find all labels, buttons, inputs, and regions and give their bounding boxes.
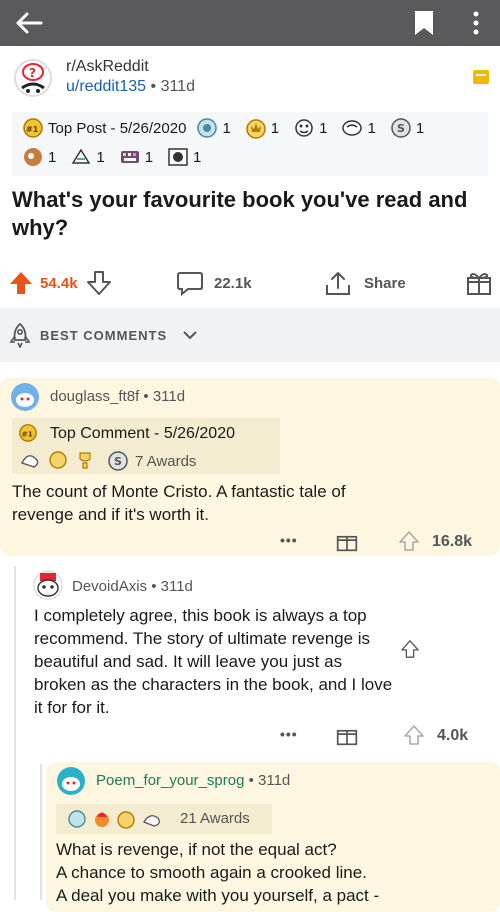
facepalm-award-icon [342,120,363,136]
svg-text:S: S [397,122,405,135]
bookmark-icon[interactable] [413,10,435,36]
vote-count: 16.8k [432,533,473,550]
more-dots-icon[interactable]: ••• [280,726,298,742]
chevron-down-icon [183,331,197,340]
share-icon [326,272,350,295]
silver-award-icon: S [108,451,128,471]
comment-author[interactable]: DevoidAxis • 311d [72,578,193,595]
more-dots-icon[interactable]: ••• [280,532,298,548]
back-arrow-icon[interactable] [14,9,44,37]
comments-button[interactable]: 22.1k [176,270,252,296]
top-post-label: Top Post - 5/26/2020 [48,119,187,137]
rocket-icon [9,322,31,348]
avatar[interactable] [10,382,40,412]
svg-text:?: ? [29,66,36,80]
vote-count: 4.0k [437,727,469,744]
award-count: 21 Awards [180,810,250,827]
post-awards[interactable]: #1 Top Post - 5/26/2020 1 1 1 1 S 1 1 1 … [12,112,488,176]
gold-award-icon [246,119,266,139]
comment-awards[interactable]: 21 Awards [56,804,272,834]
top-comment-badge-icon: #1 [19,424,37,442]
comment-body: I completely agree, this book is always … [34,606,393,717]
top-comment-label: Top Comment - 5/26/2020 [50,425,235,442]
share-label: Share [364,274,406,292]
award-row-2: 1 1 1 1 [22,146,215,168]
helpful-award-icon [72,148,91,164]
sort-label: BEST COMMENTS [40,328,168,343]
comment-sort-bar[interactable]: BEST COMMENTS [0,308,500,362]
platinum-award-icon [197,118,218,138]
share-button[interactable]: Share [324,270,406,296]
more-vertical-icon[interactable] [468,9,484,37]
top-post-badge-icon: #1 [23,118,43,138]
award-count: 7 Awards [135,453,197,470]
upvote-icon[interactable] [398,530,420,552]
subreddit-name[interactable]: r/AskReddit [66,58,149,76]
upvote-icon[interactable] [403,724,425,746]
post-age: 311d [160,78,195,95]
upvote-count: 54.4k [40,274,78,292]
downvote-icon[interactable] [86,270,112,296]
bravo-award-icon [24,148,42,166]
comment-author[interactable]: Poem_for_your_sprog • 311d [96,772,290,789]
award-button[interactable] [466,270,492,296]
author-username[interactable]: u/reddit135 [66,78,146,95]
comment: douglass_ft8f • 311d #1 Top Comment - 5/… [0,378,500,556]
svg-text:S: S [114,455,122,468]
comment-count: 22.1k [214,274,252,292]
top-app-bar [0,0,500,46]
svg-text:#1: #1 [22,430,33,439]
avatar[interactable] [56,766,86,796]
silver-award-icon: S [391,118,411,138]
post-flag-icon[interactable] [472,68,490,86]
thread-line[interactable] [40,764,42,900]
award-row-1: #1 Top Post - 5/26/2020 1 1 1 1 S 1 [22,117,438,139]
cat-award-icon [168,148,188,166]
svg-text:#1: #1 [26,125,39,134]
post-author: u/reddit135 • 311d [66,78,195,95]
award-icons [68,810,160,829]
post-header: ? r/AskReddit u/reddit135 • 311d [0,46,500,106]
gift-icon[interactable] [336,724,358,746]
award-icons [21,451,91,469]
comment: Poem_for_your_sprog • 311d 21 Awards Wha… [46,762,500,912]
comment-body: What is revenge, if not the equal act? A… [56,840,380,905]
post-title: What's your favourite book you've read a… [12,187,468,240]
avatar[interactable] [32,570,64,600]
upvote-icon[interactable] [8,270,34,296]
wholesome-award-icon [295,119,313,137]
comment-body: The count of Monte Cristo. A fantastic t… [12,482,346,524]
subreddit-icon[interactable]: ? [12,58,54,98]
vote-control: 54.4k [8,270,112,296]
keyboard-award-icon [120,151,139,163]
gift-icon [467,273,491,295]
comment: DevoidAxis • 311d I completely agree, th… [0,566,500,756]
post-action-bar: 54.4k 22.1k Share [0,262,500,302]
gift-icon[interactable] [336,530,358,552]
upvote-icon [401,640,419,658]
comment-awards[interactable]: #1 Top Comment - 5/26/2020 S 7 Awards [12,418,280,474]
comment-icon [177,272,203,296]
comment-author[interactable]: douglass_ft8f • 311d [50,388,185,405]
